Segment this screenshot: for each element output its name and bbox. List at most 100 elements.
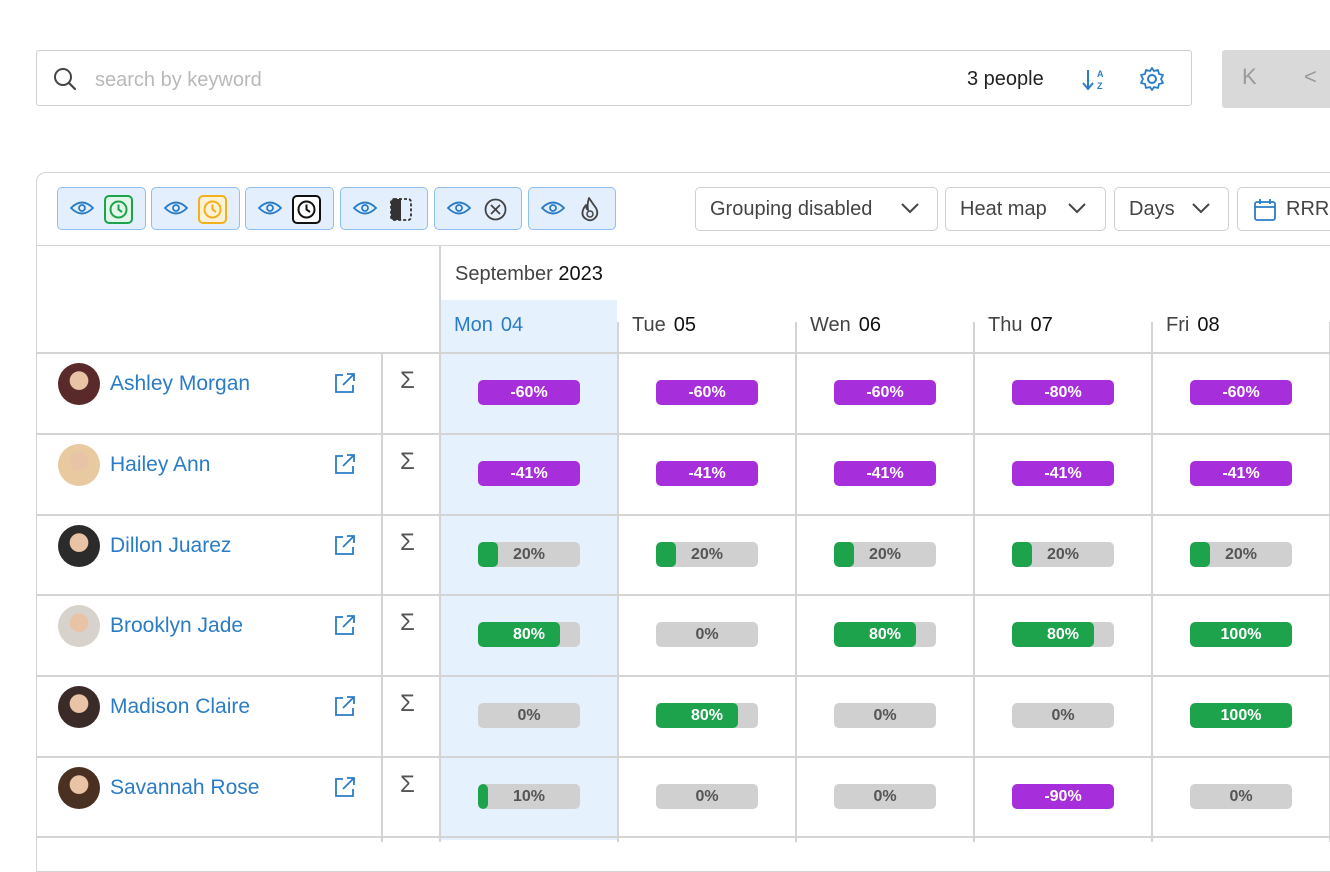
- clock-black-icon: [292, 195, 321, 224]
- load-bar[interactable]: 20%: [478, 542, 580, 567]
- person-row: Savannah Rose: [58, 767, 378, 811]
- load-bar-label: 80%: [690, 707, 724, 724]
- person-name-link[interactable]: Hailey Ann: [110, 453, 210, 477]
- avatar[interactable]: [58, 767, 100, 809]
- toggle-half-box[interactable]: [340, 187, 428, 230]
- load-bar-label: -60%: [688, 384, 726, 401]
- avatar[interactable]: [58, 605, 100, 647]
- day-header-thu[interactable]: Thu 07: [988, 314, 1053, 337]
- avatar[interactable]: [58, 686, 100, 728]
- divider: [1151, 352, 1153, 842]
- load-bar[interactable]: -41%: [478, 461, 580, 486]
- load-bar-label: 80%: [512, 626, 546, 643]
- load-bar[interactable]: -80%: [1012, 380, 1114, 405]
- load-bar[interactable]: 20%: [834, 542, 936, 567]
- load-bar[interactable]: -41%: [1012, 461, 1114, 486]
- toggle-flame[interactable]: [528, 187, 616, 230]
- person-name-link[interactable]: Dillon Juarez: [110, 534, 231, 558]
- sort-az-icon[interactable]: A Z: [1082, 66, 1108, 94]
- person-row: Ashley Morgan: [58, 363, 378, 407]
- load-bar[interactable]: 0%: [656, 784, 758, 809]
- person-name-link[interactable]: Ashley Morgan: [110, 372, 250, 396]
- day-number: 05: [673, 314, 696, 336]
- day-header-fri[interactable]: Fri 08: [1166, 314, 1220, 337]
- toggle-green-clock[interactable]: [57, 187, 146, 230]
- load-bar-label: 80%: [868, 626, 902, 643]
- load-bar[interactable]: 0%: [1012, 703, 1114, 728]
- load-bar[interactable]: -60%: [834, 380, 936, 405]
- load-bar-label: -41%: [688, 465, 726, 482]
- load-bar[interactable]: -41%: [656, 461, 758, 486]
- sum-icon[interactable]: Σ: [400, 367, 415, 395]
- day-header-tue[interactable]: Tue 05: [632, 314, 696, 337]
- load-bar[interactable]: 20%: [1190, 542, 1292, 567]
- external-link-icon[interactable]: [333, 775, 357, 799]
- load-bar[interactable]: -41%: [1190, 461, 1292, 486]
- sum-icon[interactable]: Σ: [400, 690, 415, 718]
- avatar[interactable]: [58, 444, 100, 486]
- external-link-icon[interactable]: [333, 694, 357, 718]
- load-bar-label: 0%: [1229, 788, 1253, 805]
- person-name-link[interactable]: Brooklyn Jade: [110, 614, 243, 638]
- load-bar[interactable]: 80%: [656, 703, 758, 728]
- grouping-dropdown[interactable]: Grouping disabled: [695, 187, 938, 231]
- load-bar-label: 100%: [1220, 626, 1262, 643]
- load-bar-label: -80%: [1044, 384, 1082, 401]
- load-bar[interactable]: 100%: [1190, 703, 1292, 728]
- load-bar[interactable]: 80%: [834, 622, 936, 647]
- day-name: Thu: [988, 314, 1023, 336]
- view-mode-dropdown[interactable]: Heat map: [945, 187, 1106, 231]
- load-bar[interactable]: 0%: [834, 703, 936, 728]
- toggle-cancelled[interactable]: [434, 187, 522, 230]
- load-bar[interactable]: -60%: [478, 380, 580, 405]
- load-bar[interactable]: 10%: [478, 784, 580, 809]
- period-dropdown[interactable]: Days: [1114, 187, 1229, 231]
- gear-icon[interactable]: [1139, 66, 1165, 92]
- load-bar-label: 10%: [512, 788, 546, 805]
- load-bar[interactable]: -90%: [1012, 784, 1114, 809]
- toggle-black-clock[interactable]: [245, 187, 334, 230]
- load-bar[interactable]: 100%: [1190, 622, 1292, 647]
- month-header: September 2023: [455, 263, 603, 286]
- chevron-down-icon: [901, 203, 919, 214]
- load-bar[interactable]: 0%: [656, 622, 758, 647]
- sum-icon[interactable]: Σ: [400, 448, 415, 476]
- load-bar[interactable]: 20%: [1012, 542, 1114, 567]
- external-link-icon[interactable]: [333, 613, 357, 637]
- toolbar: Grouping disabled Heat map Days RRR: [37, 173, 1330, 246]
- sum-icon[interactable]: Σ: [400, 771, 415, 799]
- sum-icon[interactable]: Σ: [400, 609, 415, 637]
- day-header-wen[interactable]: Wen 06: [810, 314, 881, 337]
- load-bar[interactable]: -60%: [656, 380, 758, 405]
- row-divider: [36, 352, 1330, 354]
- eye-icon: [447, 201, 471, 215]
- date-range-picker[interactable]: RRR: [1237, 187, 1330, 231]
- load-bar[interactable]: 80%: [1012, 622, 1114, 647]
- people-count: 3 people: [967, 68, 1044, 90]
- load-bar[interactable]: 20%: [656, 542, 758, 567]
- day-name: Fri: [1166, 314, 1190, 336]
- sum-icon[interactable]: Σ: [400, 529, 415, 557]
- day-header-mon[interactable]: Mon 04: [454, 314, 523, 337]
- load-bar-label: 20%: [868, 546, 902, 563]
- external-link-icon[interactable]: [333, 452, 357, 476]
- search-input[interactable]: [93, 65, 797, 95]
- toggle-yellow-clock[interactable]: [151, 187, 240, 230]
- external-link-icon[interactable]: [333, 533, 357, 557]
- load-bar[interactable]: 0%: [1190, 784, 1292, 809]
- load-bar[interactable]: 0%: [478, 703, 580, 728]
- person-name-link[interactable]: Savannah Rose: [110, 776, 259, 800]
- load-bar[interactable]: -41%: [834, 461, 936, 486]
- external-link-icon[interactable]: [333, 371, 357, 395]
- first-page-button[interactable]: K: [1242, 64, 1257, 90]
- day-tick: [1151, 322, 1153, 352]
- avatar[interactable]: [58, 525, 100, 567]
- row-divider: [36, 756, 1330, 758]
- avatar[interactable]: [58, 363, 100, 405]
- load-bar-label: 0%: [873, 788, 897, 805]
- load-bar[interactable]: -60%: [1190, 380, 1292, 405]
- load-bar[interactable]: 0%: [834, 784, 936, 809]
- person-name-link[interactable]: Madison Claire: [110, 695, 250, 719]
- load-bar[interactable]: 80%: [478, 622, 580, 647]
- prev-page-button[interactable]: <: [1304, 64, 1317, 90]
